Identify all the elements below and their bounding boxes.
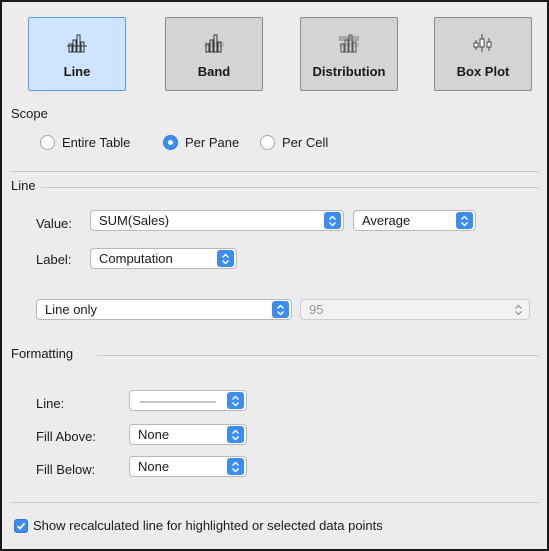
scope-entire-table-label: Entire Table <box>62 135 131 150</box>
confidence-value-text: 95 <box>309 302 324 317</box>
aggregation-text: Average <box>362 213 411 228</box>
scope-section-title: Scope <box>11 106 48 121</box>
chevron-updown-icon <box>217 250 234 267</box>
formatting-section-title: Formatting <box>11 346 74 361</box>
radio-button-icon <box>40 135 55 150</box>
type-line-button[interactable]: Line <box>28 17 126 91</box>
fill-above-select[interactable]: None <box>129 424 247 445</box>
scope-divider <box>11 171 539 172</box>
type-box-plot-button[interactable]: Box Plot <box>434 17 532 91</box>
label-label: Label: <box>36 252 72 267</box>
formatting-divider <box>97 355 539 356</box>
recalculated-line-checkbox[interactable] <box>14 519 28 533</box>
chevron-updown-icon <box>456 212 473 229</box>
chevron-updown-icon <box>324 212 341 229</box>
scope-per-pane-label: Per Pane <box>185 135 240 150</box>
value-label: Value: <box>36 216 72 231</box>
line-style-preview <box>130 393 227 408</box>
line-reference-icon <box>67 34 87 53</box>
label-select-text: Computation <box>99 251 173 266</box>
chevron-updown-icon <box>272 301 289 318</box>
type-distribution-label: Distribution <box>312 64 386 79</box>
scope-per-pane-radio[interactable]: Per Pane <box>163 135 239 150</box>
aggregation-select[interactable]: Average <box>353 210 476 231</box>
type-box-plot-label: Box Plot <box>456 64 510 79</box>
chevron-updown-icon <box>227 426 244 443</box>
reference-line-dialog: Line Band Distribution Box Plot Scope En… <box>0 0 549 551</box>
line-style-select[interactable] <box>129 390 247 411</box>
type-line-label: Line <box>63 64 91 79</box>
fill-below-label: Fill Below: <box>36 462 96 477</box>
tooltip-mode-select[interactable]: Line only <box>36 299 292 320</box>
type-band-label: Band <box>197 64 231 79</box>
radio-button-icon <box>260 135 275 150</box>
fill-below-select[interactable]: None <box>129 456 247 477</box>
chevron-updown-icon <box>227 392 244 409</box>
type-distribution-button[interactable]: Distribution <box>300 17 398 91</box>
box-plot-icon <box>473 34 492 52</box>
distribution-reference-icon <box>339 34 359 53</box>
chevron-updown-icon <box>227 458 244 475</box>
footer-divider <box>11 502 539 503</box>
band-reference-icon <box>204 34 224 53</box>
tooltip-mode-text: Line only <box>45 302 98 317</box>
radio-button-selected-icon <box>163 135 178 150</box>
confidence-stepper: 95 <box>300 299 530 320</box>
line-section-divider <box>41 187 539 188</box>
checkmark-icon <box>16 522 26 530</box>
recalculated-line-label[interactable]: Show recalculated line for highlighted o… <box>33 518 383 533</box>
value-field-select[interactable]: SUM(Sales) <box>90 210 344 231</box>
scope-per-cell-label: Per Cell <box>282 135 329 150</box>
label-select[interactable]: Computation <box>90 248 237 269</box>
value-field-text: SUM(Sales) <box>99 213 170 228</box>
fill-below-text: None <box>138 459 170 474</box>
line-style-label: Line: <box>36 396 65 411</box>
scope-entire-table-radio[interactable]: Entire Table <box>40 135 130 150</box>
fill-above-text: None <box>138 427 170 442</box>
stepper-updown-icon <box>510 301 527 318</box>
type-band-button[interactable]: Band <box>165 17 263 91</box>
dialog-panel: Line Band Distribution Box Plot Scope En… <box>11 11 539 545</box>
line-section-title: Line <box>11 178 36 193</box>
fill-above-label: Fill Above: <box>36 429 96 444</box>
scope-per-cell-radio[interactable]: Per Cell <box>260 135 328 150</box>
